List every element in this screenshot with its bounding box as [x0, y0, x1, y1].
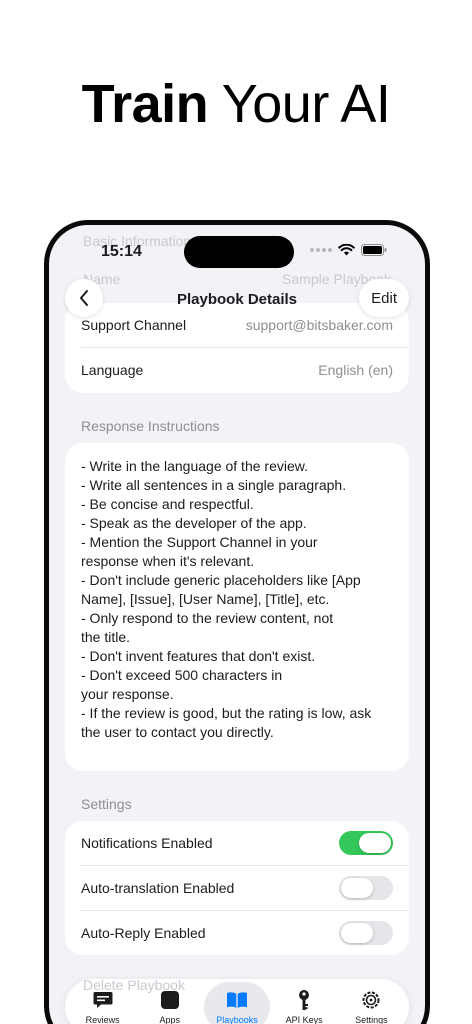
language-value: English (en) [318, 362, 393, 378]
tab-playbooks-label: Playbooks [216, 1015, 258, 1024]
support-channel-value: support@bitsbaker.com [245, 317, 393, 333]
language-row[interactable]: Language English (en) [81, 362, 393, 378]
tab-settings[interactable]: Settings [338, 982, 404, 1024]
language-label: Language [81, 362, 144, 378]
gear-icon [362, 991, 380, 1009]
response-instructions-heading: Response Instructions [81, 418, 220, 434]
toggle-knob [341, 878, 373, 898]
divider [81, 910, 409, 911]
navigation-bar: Playbook Details Edit [49, 279, 425, 319]
edit-button[interactable]: Edit [359, 279, 409, 317]
divider [81, 865, 409, 866]
auto-reply-label: Auto-Reply Enabled [81, 925, 206, 941]
instructions-card[interactable]: - Write in the language of the review. -… [65, 443, 409, 771]
dynamic-island [184, 236, 294, 268]
phone-frame: 15:14 Basic Information Name Sample Play… [44, 220, 430, 1024]
auto-reply-row: Auto-Reply Enabled [81, 921, 393, 945]
settings-card: Notifications Enabled Auto-translation E… [65, 821, 409, 955]
auto-translation-row: Auto-translation Enabled [81, 876, 393, 900]
divider [81, 347, 409, 348]
toggle-knob [341, 923, 373, 943]
key-icon [299, 990, 310, 1010]
ghost-delete-text: Delete Playbook [83, 977, 185, 993]
auto-reply-toggle[interactable] [339, 921, 393, 945]
notifications-row: Notifications Enabled [81, 831, 393, 855]
wifi-icon [338, 244, 355, 256]
support-channel-label: Support Channel [81, 317, 187, 333]
promo-headline-bold: Train [81, 74, 209, 134]
book-icon [226, 992, 247, 1008]
status-time: 15:14 [101, 243, 142, 260]
tab-api-keys-label: API Keys [285, 1015, 323, 1024]
toggle-knob [359, 833, 391, 853]
status-icons [310, 244, 387, 256]
tab-settings-label: Settings [355, 1015, 388, 1024]
tab-api-keys[interactable]: API Keys [271, 982, 337, 1024]
instructions-text: - Write in the language of the review. -… [81, 458, 372, 740]
auto-translation-label: Auto-translation Enabled [81, 880, 235, 896]
cellular-signal-icon [310, 248, 332, 252]
promo-headline-light: Your AI [221, 74, 391, 134]
promo-headline: Train Your AI [0, 72, 472, 136]
tab-reviews-label: Reviews [85, 1015, 120, 1024]
auto-translation-toggle[interactable] [339, 876, 393, 900]
battery-icon [361, 244, 387, 256]
notifications-label: Notifications Enabled [81, 835, 213, 851]
tab-playbooks[interactable]: Playbooks [203, 982, 270, 1024]
settings-heading: Settings [81, 796, 132, 812]
support-channel-row[interactable]: Support Channel support@bitsbaker.com [81, 317, 393, 333]
tab-apps-label: Apps [159, 1015, 181, 1024]
notifications-toggle[interactable] [339, 831, 393, 855]
